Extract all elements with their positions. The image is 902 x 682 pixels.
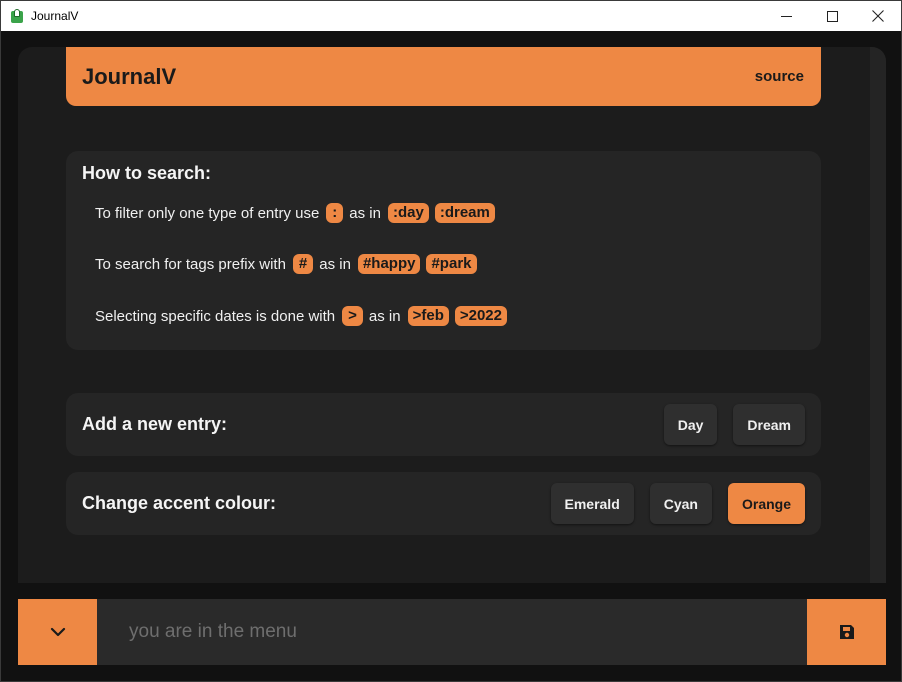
- close-button[interactable]: [855, 1, 901, 31]
- help-line-text: To filter only one type of entry use: [95, 204, 320, 222]
- menu-toggle-button[interactable]: [18, 599, 97, 665]
- app-logo-icon: [10, 8, 24, 24]
- window-titlebar[interactable]: JournalV: [0, 0, 902, 31]
- maximize-button[interactable]: [809, 1, 855, 31]
- operator-chip: :: [326, 203, 344, 223]
- add-day-button[interactable]: Day: [663, 404, 718, 445]
- save-icon: [839, 625, 854, 639]
- operator-chip: >: [342, 306, 363, 326]
- scrollbar[interactable]: [870, 47, 886, 583]
- minimize-icon: [780, 15, 792, 17]
- minimize-button[interactable]: [763, 1, 809, 31]
- example-chip: >2022: [454, 306, 507, 326]
- accent-emerald-button[interactable]: Emerald: [550, 483, 634, 524]
- window-controls: [763, 1, 901, 31]
- example-chip: #park: [426, 254, 477, 274]
- as-in-text: as in: [349, 204, 381, 222]
- accent-colour-card: Change accent colour: Emerald Cyan Orang…: [66, 472, 821, 535]
- operator-chip: #: [292, 254, 314, 274]
- save-button[interactable]: [807, 599, 886, 665]
- search-help-card: How to search: To filter only one type o…: [66, 151, 821, 350]
- app-title: JournalV: [82, 63, 177, 89]
- bottom-bar: [18, 599, 886, 665]
- app-header: JournalV source: [66, 47, 821, 106]
- accent-buttons: Emerald Cyan Orange: [550, 483, 805, 524]
- search-input[interactable]: [97, 599, 807, 665]
- example-chip: :dream: [434, 203, 495, 223]
- help-line-tags: To search for tags prefix with # as in #…: [95, 254, 483, 274]
- menu-panel[interactable]: JournalV source How to search: To filter…: [18, 47, 886, 583]
- window-client: JournalV source How to search: To filter…: [0, 31, 902, 682]
- example-chip: #happy: [357, 254, 421, 274]
- help-line-type: To filter only one type of entry use : a…: [95, 203, 501, 223]
- chevron-down-icon: [50, 627, 65, 637]
- close-icon: [872, 10, 884, 22]
- as-in-text: as in: [319, 255, 351, 273]
- accent-cyan-button[interactable]: Cyan: [649, 483, 712, 524]
- entry-type-buttons: Day Dream: [663, 404, 805, 445]
- add-entry-card: Add a new entry: Day Dream: [66, 393, 821, 456]
- add-entry-title: Add a new entry:: [82, 414, 228, 434]
- help-line-dates: Selecting specific dates is done with > …: [95, 306, 513, 326]
- example-chip: >feb: [407, 306, 449, 326]
- accent-colour-title: Change accent colour:: [82, 493, 277, 513]
- help-line-text: To search for tags prefix with: [95, 255, 286, 273]
- source-link[interactable]: source: [755, 68, 804, 85]
- help-line-text: Selecting specific dates is done with: [95, 307, 336, 325]
- maximize-icon: [826, 10, 838, 22]
- as-in-text: as in: [368, 307, 401, 325]
- example-chip: :day: [387, 203, 429, 223]
- add-dream-button[interactable]: Dream: [733, 404, 805, 445]
- search-help-title: How to search:: [82, 163, 212, 183]
- window-title: JournalV: [31, 9, 79, 23]
- accent-orange-button[interactable]: Orange: [727, 483, 805, 524]
